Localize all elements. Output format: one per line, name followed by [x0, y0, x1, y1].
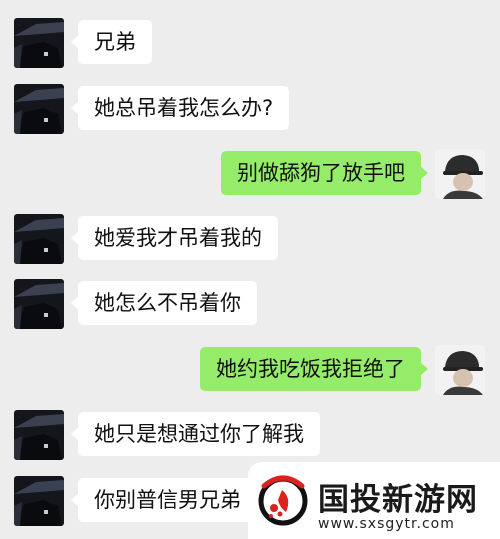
chat-area: 兄弟 她总吊着我怎么办? 别做舔狗了放手吧 她爱我才吊着我的 她怎么不吊着你 她…	[0, 0, 500, 539]
message-bubble-incoming[interactable]: 你别普信男兄弟	[71, 478, 257, 522]
dark-car-interior-avatar-icon[interactable]	[14, 214, 64, 264]
dark-car-interior-avatar-icon[interactable]	[14, 18, 64, 68]
message-bubble-incoming[interactable]: 她爱我才吊着我的	[71, 216, 278, 260]
message-row: 她只是想通过你了解我	[0, 408, 500, 462]
message-bubble-incoming[interactable]: 她总吊着我怎么办?	[70, 86, 290, 130]
dark-car-interior-avatar-icon[interactable]	[14, 476, 64, 526]
person-with-cap-avatar-icon[interactable]	[435, 345, 485, 395]
message-bubble-incoming[interactable]: 她怎么不吊着你	[71, 281, 257, 325]
site-watermark: 国投新游网 www.sxsgytr.com	[248, 462, 500, 539]
message-row: 她总吊着我怎么办?	[0, 82, 500, 136]
red-orbit-logo-icon	[252, 468, 314, 534]
message-row: 她爱我才吊着我的	[0, 212, 500, 266]
dark-car-interior-avatar-icon[interactable]	[14, 84, 64, 134]
message-row: 兄弟	[0, 16, 500, 70]
message-bubble-incoming[interactable]: 兄弟	[71, 20, 152, 64]
watermark-title: 国投新游网	[318, 482, 478, 518]
message-bubble-outgoing[interactable]: 别做舔狗了放手吧	[221, 151, 428, 195]
message-row: 她约我吃饭我拒绝了	[0, 343, 500, 397]
message-row: 她怎么不吊着你	[0, 277, 500, 331]
message-bubble-outgoing[interactable]: 她约我吃饭我拒绝了	[200, 347, 428, 391]
message-bubble-incoming[interactable]: 她只是想通过你了解我	[71, 412, 320, 456]
watermark-url: www.sxsgytr.com	[318, 516, 455, 532]
message-row: 别做舔狗了放手吧	[0, 147, 500, 201]
dark-car-interior-avatar-icon[interactable]	[14, 410, 64, 460]
person-with-cap-avatar-icon[interactable]	[435, 149, 485, 199]
dark-car-interior-avatar-icon[interactable]	[14, 279, 64, 329]
